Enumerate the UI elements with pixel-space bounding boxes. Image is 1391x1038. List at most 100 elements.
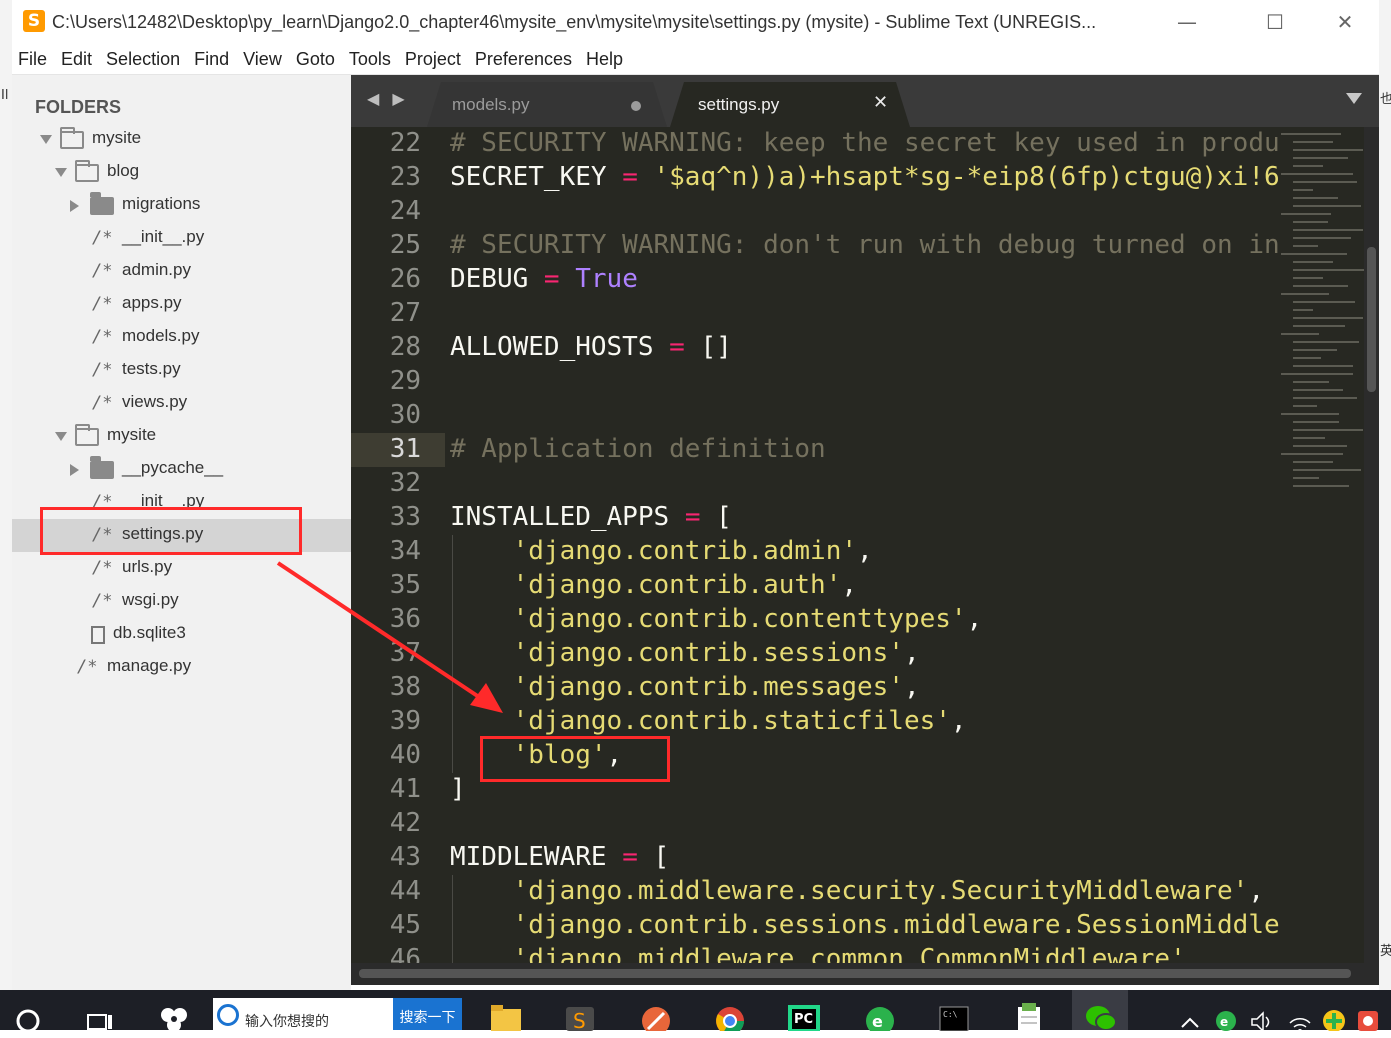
menu-view[interactable]: View xyxy=(236,44,289,74)
menu-tools[interactable]: Tools xyxy=(342,44,398,74)
menu-selection[interactable]: Selection xyxy=(99,44,187,74)
menu-help[interactable]: Help xyxy=(579,44,630,74)
tree-item[interactable]: __pycache__ xyxy=(12,453,351,486)
tree-item[interactable]: /* urls.py xyxy=(12,552,351,585)
minimap-line xyxy=(1293,245,1318,247)
task-view-icon[interactable] xyxy=(82,995,118,1030)
tab-models[interactable]: models.py xyxy=(427,82,667,127)
minimap-line xyxy=(1293,189,1313,191)
notepad-icon[interactable] xyxy=(1012,995,1048,1031)
tab-close-icon[interactable]: ✕ xyxy=(873,92,888,113)
tree-item[interactable]: /* views.py xyxy=(12,387,351,420)
code-line[interactable]: 39 'django.contrib.staticfiles', xyxy=(351,705,1281,739)
cortana-icon[interactable] xyxy=(10,995,46,1033)
code-line[interactable]: 36 'django.contrib.contenttypes', xyxy=(351,603,1281,637)
disclosure-open-icon[interactable] xyxy=(55,168,67,177)
code-line[interactable]: 24 xyxy=(351,195,1281,229)
minimap-line xyxy=(1293,389,1343,391)
menu-file[interactable]: File xyxy=(12,44,54,74)
code-line[interactable]: 25 # SECURITY WARNING: don't run with deb… xyxy=(351,229,1281,263)
minimap-line xyxy=(1281,213,1331,215)
code-line[interactable]: 33 INSTALLED_APPS = [ xyxy=(351,501,1281,535)
disclosure-open-icon[interactable] xyxy=(40,135,52,144)
pinwheel-app-icon[interactable] xyxy=(156,995,192,1032)
wechat-icon[interactable] xyxy=(1072,990,1128,1031)
menu-edit[interactable]: Edit xyxy=(54,44,99,74)
code-line[interactable]: 42 xyxy=(351,807,1281,841)
tree-item[interactable]: /* manage.py xyxy=(12,651,351,684)
green-browser-icon[interactable]: e xyxy=(862,995,898,1035)
menu-goto[interactable]: Goto xyxy=(289,44,342,74)
code-line[interactable]: 28 ALLOWED_HOSTS = [] xyxy=(351,331,1281,365)
disclosure-closed-icon[interactable] xyxy=(70,200,79,212)
code-editor[interactable]: 22 # SECURITY WARNING: keep the secret ke… xyxy=(351,127,1379,963)
code-line[interactable]: 37 'django.contrib.sessions', xyxy=(351,637,1281,671)
tree-item-label: wsgi.py xyxy=(122,590,179,609)
line-number: 46 xyxy=(389,944,421,963)
tree-item[interactable]: blog xyxy=(12,156,351,189)
line-number: 22 xyxy=(389,128,421,158)
menu-project[interactable]: Project xyxy=(398,44,468,74)
code-line[interactable]: 29 xyxy=(351,365,1281,399)
tree-item[interactable]: /* apps.py xyxy=(12,288,351,321)
code-line[interactable]: 34 'django.contrib.admin', xyxy=(351,535,1281,569)
tray-app-icon[interactable] xyxy=(1354,995,1382,1031)
disclosure-open-icon[interactable] xyxy=(55,432,67,441)
tree-item[interactable]: db.sqlite3 xyxy=(12,618,351,651)
tree-item[interactable]: mysite xyxy=(12,420,351,453)
menu-find[interactable]: Find xyxy=(187,44,236,74)
title-bar[interactable]: S C:\Users\12482\Desktop\py_learn\Django… xyxy=(12,0,1379,44)
tab-list-dropdown-icon[interactable] xyxy=(1346,93,1362,104)
code-line[interactable]: 38 'django.contrib.messages', xyxy=(351,671,1281,705)
maximize-button[interactable]: ☐ xyxy=(1255,8,1295,36)
pen-app-icon[interactable] xyxy=(638,995,674,1035)
line-number: 25 xyxy=(389,230,421,260)
vertical-scroll-thumb[interactable] xyxy=(1367,247,1376,392)
code-line[interactable]: 23 SECRET_KEY = '$aq^n))a)+hsapt*sg-*eip8… xyxy=(351,161,1281,195)
tree-item[interactable]: /* admin.py xyxy=(12,255,351,288)
minimap[interactable] xyxy=(1279,127,1365,507)
code-line[interactable]: 44 'django.middleware.security.SecurityM… xyxy=(351,875,1281,909)
code-text: 'django.contrib.admin', xyxy=(512,536,873,566)
sublime-text-icon[interactable]: S xyxy=(562,995,598,1033)
tree-item[interactable]: /* tests.py xyxy=(12,354,351,387)
code-line[interactable]: 31 # Application definition xyxy=(351,433,1281,467)
code-line[interactable]: 22 # SECURITY WARNING: keep the secret ke… xyxy=(351,127,1281,161)
tab-nav-arrows[interactable]: ◀ ▶ xyxy=(367,89,409,108)
tree-item[interactable]: mysite xyxy=(12,123,351,156)
code-line[interactable]: 46 'django.middleware.common.CommonMiddl… xyxy=(351,943,1281,963)
search-button[interactable]: 搜索一下 xyxy=(393,998,462,1030)
code-line[interactable]: 26 DEBUG = True xyxy=(351,263,1281,297)
minimap-line xyxy=(1293,261,1333,263)
code-line[interactable]: 35 'django.contrib.auth', xyxy=(351,569,1281,603)
volume-icon[interactable] xyxy=(1248,995,1276,1033)
file-explorer-icon[interactable] xyxy=(488,995,524,1031)
taskbar-search-input[interactable]: 输入你想搜的 xyxy=(213,998,393,1030)
chevron-up-icon[interactable] xyxy=(1178,995,1202,1029)
line-number: 40 xyxy=(389,740,421,770)
green-e-icon[interactable]: e xyxy=(1212,995,1240,1031)
terminal-icon[interactable]: C:\ xyxy=(936,995,972,1032)
vertical-scrollbar[interactable] xyxy=(1364,127,1379,963)
wifi-icon[interactable] xyxy=(1286,995,1314,1033)
horizontal-scrollbar[interactable] xyxy=(351,963,1379,985)
code-line[interactable]: 43 MIDDLEWARE = [ xyxy=(351,841,1281,875)
menu-preferences[interactable]: Preferences xyxy=(468,44,579,74)
tree-item[interactable]: /* wsgi.py xyxy=(12,585,351,618)
horizontal-scroll-thumb[interactable] xyxy=(359,969,1351,978)
tree-item[interactable]: /* __init__.py xyxy=(12,222,351,255)
code-line[interactable]: 27 xyxy=(351,297,1281,331)
code-line[interactable]: 32 xyxy=(351,467,1281,501)
search-placeholder: 输入你想搜的 xyxy=(245,1014,329,1030)
disclosure-closed-icon[interactable] xyxy=(70,464,79,476)
minimize-button[interactable]: — xyxy=(1167,8,1207,36)
chrome-icon[interactable] xyxy=(712,995,748,1035)
tab-settings[interactable]: settings.py ✕ xyxy=(670,82,910,127)
tree-item[interactable]: migrations xyxy=(12,189,351,222)
green-plus-icon[interactable] xyxy=(1320,995,1348,1032)
tree-item[interactable]: /* models.py xyxy=(12,321,351,354)
code-line[interactable]: 45 'django.contrib.sessions.middleware.S… xyxy=(351,909,1281,943)
pycharm-icon[interactable]: PC xyxy=(786,995,822,1031)
code-line[interactable]: 30 xyxy=(351,399,1281,433)
close-button[interactable]: ✕ xyxy=(1325,8,1365,36)
